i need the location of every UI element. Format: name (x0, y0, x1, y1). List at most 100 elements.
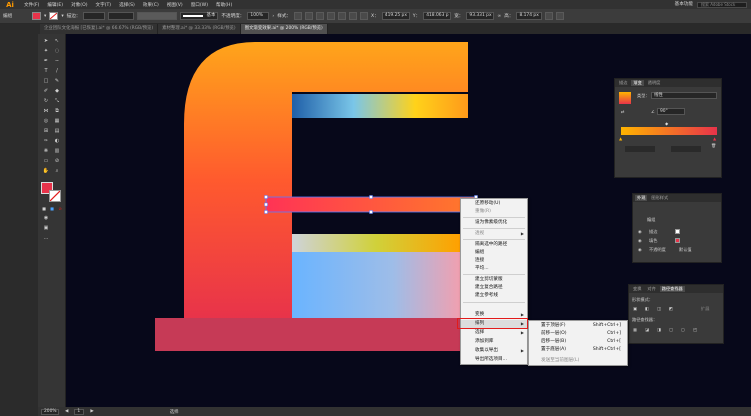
eye-icon[interactable]: ◉ (638, 247, 642, 252)
gradient-mode-icon[interactable]: ■ (48, 205, 56, 212)
slice-tool-icon[interactable]: ⊘ (53, 158, 61, 165)
selection-tool-icon[interactable]: ➤ (42, 38, 50, 45)
menu-item-add-to-library[interactable]: 添加到库 (461, 338, 527, 346)
crop-icon[interactable]: ▢ (669, 327, 673, 332)
lasso-tool-icon[interactable]: ◌ (53, 48, 61, 55)
transform-icon[interactable] (545, 12, 554, 20)
line-tool-icon[interactable]: / (53, 68, 61, 75)
gradient-midpoint-icon[interactable]: ◆ (665, 121, 668, 126)
blend-tool-icon[interactable]: ◐ (53, 138, 61, 145)
merge-icon[interactable]: ◨ (657, 327, 661, 332)
submenu-item-bring-to-front[interactable]: 置于顶层(F) Shift+Ctrl+] (529, 322, 627, 330)
y-field[interactable]: 418.063 p (423, 12, 452, 20)
menu-item-make-clipping-mask[interactable]: 建立剪切蒙版 (461, 276, 527, 284)
menu-item-select[interactable]: 选择 ▶ (461, 329, 527, 337)
direct-selection-tool-icon[interactable]: ↖ (53, 38, 61, 45)
draw-mode-icon[interactable]: ◉ (42, 215, 50, 222)
artboard-prev-icon[interactable]: ◀ (65, 409, 68, 414)
minus-back-icon[interactable]: ◰ (693, 327, 697, 332)
symbol-sprayer-tool-icon[interactable]: ❋ (42, 148, 50, 155)
panel-menu-icon[interactable] (556, 12, 565, 20)
tab-gradient[interactable]: 渐变 (631, 80, 644, 86)
chevron-down-icon[interactable]: ▾ (61, 14, 63, 19)
menu-item-make-guides[interactable]: 建立参考线 (461, 292, 527, 300)
w-field[interactable]: 93.331 px (466, 12, 495, 20)
mesh-tool-icon[interactable]: ⊞ (42, 128, 50, 135)
chevron-right-icon[interactable]: › (272, 14, 274, 19)
menu-item-export-selection[interactable]: 导出所选项目... (461, 356, 527, 364)
tab-appearance[interactable]: 外观 (635, 195, 648, 201)
menu-type[interactable]: 文字(T) (92, 2, 116, 8)
align-center-icon[interactable] (327, 12, 336, 20)
divide-icon[interactable]: ▦ (633, 327, 637, 332)
eye-icon[interactable]: ◉ (638, 238, 642, 243)
stroke-weight-field[interactable] (83, 12, 106, 20)
menu-item-group[interactable]: 编组 (461, 249, 527, 257)
shaper-tool-icon[interactable]: ✐ (42, 88, 50, 95)
gradient-tool-icon[interactable]: ▤ (53, 128, 61, 135)
gradient-type-select[interactable]: 线性 (651, 92, 717, 99)
rotate-tool-icon[interactable]: ↻ (42, 98, 50, 105)
tab-graphic-styles[interactable]: 图形样式 (649, 195, 670, 201)
color-mode-icon[interactable]: ■ (40, 205, 48, 212)
screen-mode-icon[interactable]: ▣ (42, 225, 50, 232)
opacity-field[interactable]: 100% (247, 12, 270, 20)
variable-width-field[interactable] (108, 12, 135, 20)
menu-edit[interactable]: 编辑(E) (43, 2, 67, 8)
link-icon[interactable]: ∞ (497, 14, 501, 19)
stroke-swatch[interactable] (49, 12, 59, 20)
gradient-angle-field[interactable]: 90° (657, 108, 685, 115)
type-tool-icon[interactable]: T (42, 68, 50, 75)
stock-search-input[interactable]: 搜索 Adobe Stock (697, 1, 747, 8)
rectangle-tool-icon[interactable]: □ (42, 78, 50, 85)
align-middle-icon[interactable] (360, 12, 369, 20)
tab-pathfinder[interactable]: 路径查找器 (659, 286, 685, 292)
paintbrush-tool-icon[interactable]: ✎ (53, 78, 61, 85)
menu-item-average[interactable]: 平均... (461, 265, 527, 273)
trim-icon[interactable]: ◪ (645, 327, 649, 332)
gradient-stop-start[interactable]: ▲ (619, 136, 622, 141)
zoom-tool-icon[interactable]: ⌕ (53, 168, 61, 175)
scale-tool-icon[interactable]: ⤡ (53, 98, 61, 105)
eyedropper-tool-icon[interactable]: ✑ (42, 138, 50, 145)
chevron-down-icon[interactable]: ▾ (44, 14, 46, 19)
menu-select[interactable]: 选择(S) (115, 2, 139, 8)
menu-item-undo-move[interactable]: 还原移动(U) (461, 200, 527, 208)
unite-icon[interactable]: ▣ (633, 306, 637, 311)
curvature-tool-icon[interactable]: ∽ (53, 58, 61, 65)
h-field[interactable]: 8.174 px (516, 12, 543, 20)
submenu-item-send-backward[interactable]: 后移一层(B) Ctrl+[ (529, 338, 627, 346)
menu-window[interactable]: 窗口(W) (187, 2, 212, 8)
reverse-gradient-icon[interactable]: ⇄ (621, 109, 625, 114)
submenu-item-bring-forward[interactable]: 前移一层(O) Ctrl+] (529, 330, 627, 338)
artboard-next-icon[interactable]: ▶ (90, 409, 93, 414)
more-tools-icon[interactable]: … (42, 235, 50, 242)
gradient-opacity-field[interactable] (625, 146, 655, 152)
menu-object[interactable]: 对象(O) (67, 2, 91, 8)
expand-button[interactable]: 扩展 (701, 306, 709, 312)
tab-document-1[interactable]: 企业团队文化海报 [已恢复].ai* @ 66.67% (RGB/预览) (40, 24, 159, 34)
menu-item-make-compound-path[interactable]: 建立复合路径 (461, 284, 527, 292)
gradient-location-field[interactable] (671, 146, 701, 152)
exclude-icon[interactable]: ◩ (669, 306, 673, 311)
stroke-color-preview[interactable] (675, 229, 680, 234)
magic-wand-tool-icon[interactable]: ✦ (42, 48, 50, 55)
minus-front-icon[interactable]: ◧ (645, 306, 649, 311)
artboard-tool-icon[interactable]: ▭ (42, 158, 50, 165)
eye-icon[interactable]: ◉ (638, 229, 642, 234)
eraser-tool-icon[interactable]: ◆ (53, 88, 61, 95)
menu-view[interactable]: 视图(V) (163, 2, 187, 8)
intersect-icon[interactable]: ◫ (657, 306, 661, 311)
outline-icon[interactable]: ◻ (681, 327, 684, 332)
width-tool-icon[interactable]: ⋈ (42, 108, 50, 115)
pen-tool-icon[interactable]: ✒ (42, 58, 50, 65)
perspective-grid-tool-icon[interactable]: ▦ (53, 118, 61, 125)
menu-item-pixel-optimize[interactable]: 设为像素级优化 (461, 219, 527, 227)
align-right-icon[interactable] (338, 12, 347, 20)
column-graph-tool-icon[interactable]: ▥ (53, 148, 61, 155)
zoom-field[interactable]: 200% (41, 408, 59, 415)
menu-item-isolate-path[interactable]: 隔离选中的路径 (461, 241, 527, 249)
tab-transparency[interactable]: 透明度 (646, 80, 663, 86)
workspace-switcher[interactable]: 基本功能 (675, 1, 693, 7)
stroke-color-swatch[interactable] (49, 190, 61, 202)
